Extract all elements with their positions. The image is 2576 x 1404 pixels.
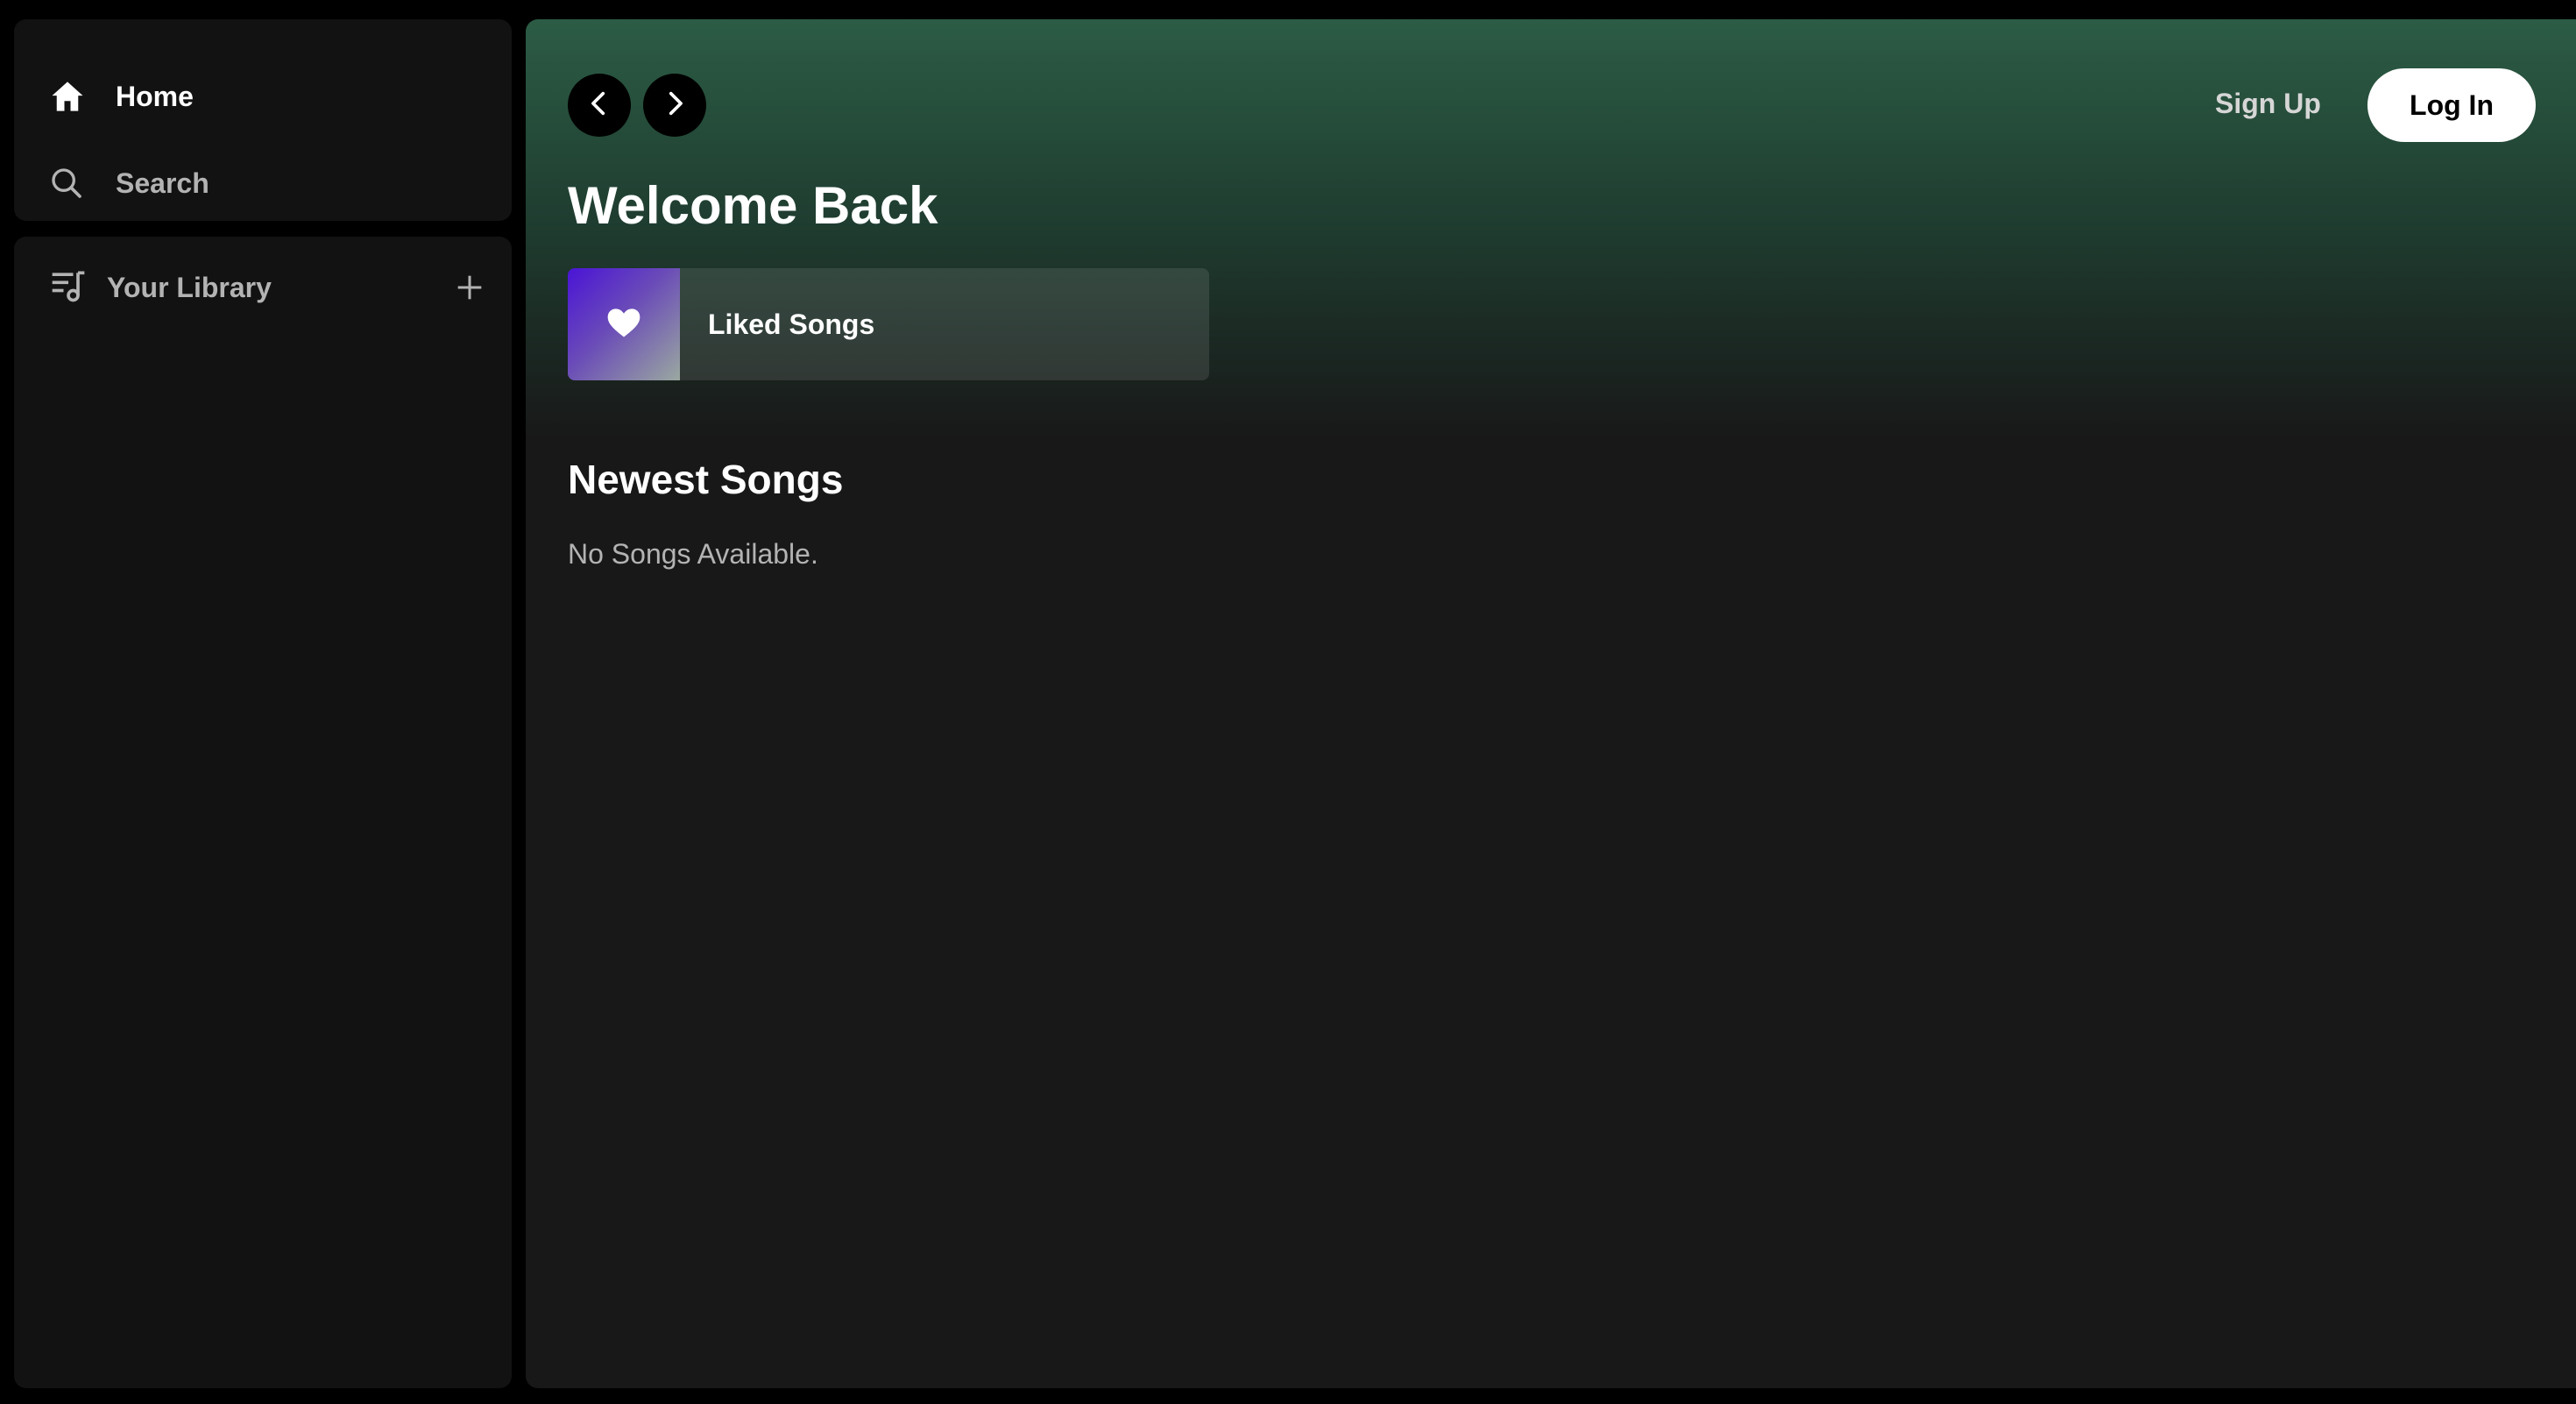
newest-songs-heading: Newest Songs [568, 457, 844, 502]
liked-songs-label: Liked Songs [708, 308, 875, 340]
empty-state-message: No Songs Available. [568, 538, 818, 570]
library-icon [49, 266, 88, 309]
heart-icon [605, 303, 643, 346]
library-panel: Your Library [14, 237, 512, 1388]
sidebar-item-search[interactable]: Search [49, 157, 209, 209]
liked-songs-art [568, 268, 680, 380]
main-content: Sign Up Log In Welcome Back Liked Songs … [526, 19, 2576, 1388]
sidebar-item-home[interactable]: Home [49, 70, 194, 123]
sidebar-item-label: Home [116, 80, 194, 112]
sidebar-nav: Home Search [14, 19, 512, 221]
back-button[interactable] [568, 74, 631, 137]
library-header[interactable]: Your Library [49, 261, 487, 314]
liked-songs-card[interactable]: Liked Songs [568, 268, 1209, 380]
search-icon [49, 166, 116, 201]
log-in-button[interactable]: Log In [2367, 68, 2536, 142]
sidebar-item-label: Search [116, 167, 209, 199]
plus-icon[interactable] [452, 270, 487, 305]
forward-button[interactable] [643, 74, 706, 137]
library-label: Your Library [107, 271, 272, 303]
sign-up-button[interactable]: Sign Up [2215, 88, 2321, 120]
app-window: Home Search Your Library Sign Up Log In … [0, 0, 2576, 1404]
page-title: Welcome Back [568, 176, 938, 235]
home-icon [49, 78, 116, 115]
chevron-right-icon [660, 89, 690, 123]
chevron-left-icon [584, 89, 614, 123]
